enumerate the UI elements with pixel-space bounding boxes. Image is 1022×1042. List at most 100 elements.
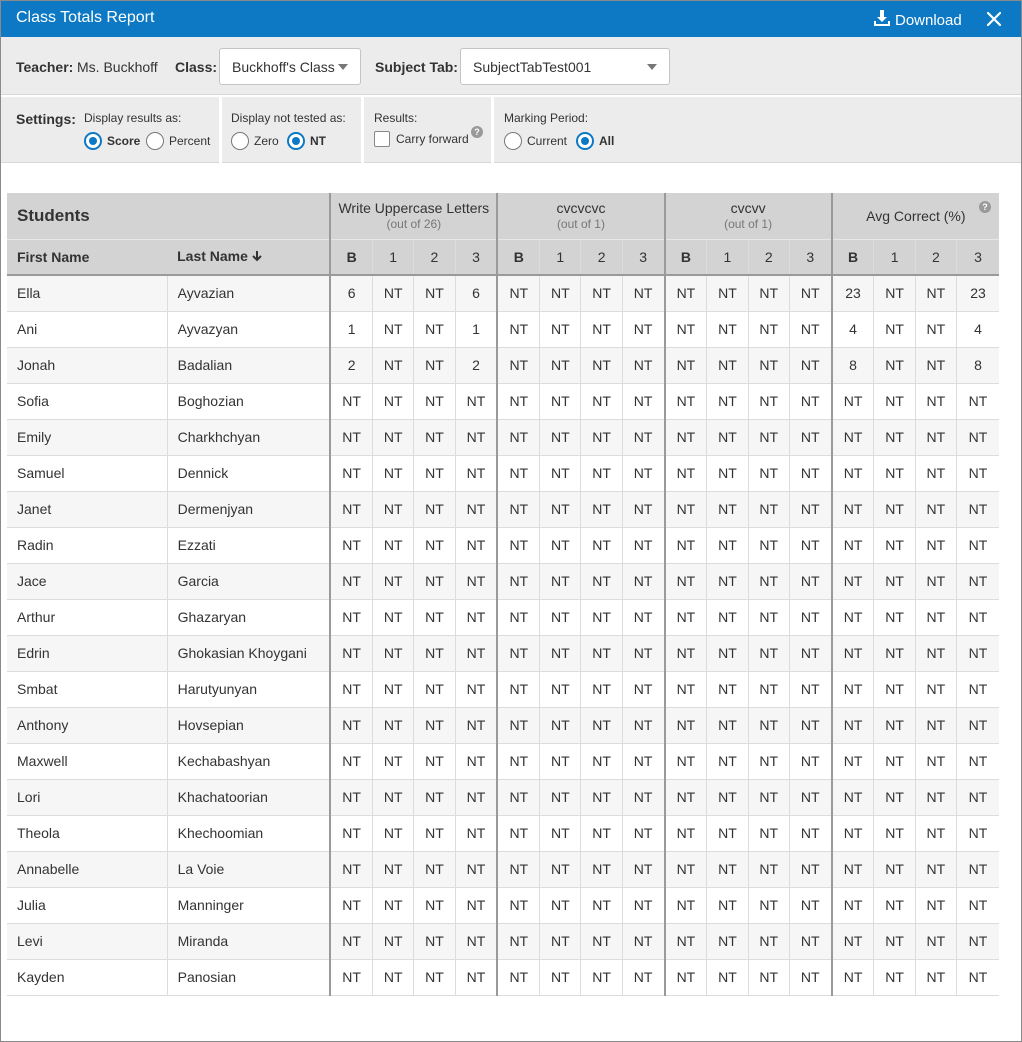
score-cell: NT bbox=[747, 347, 790, 384]
help-icon[interactable]: ? bbox=[471, 126, 483, 138]
score-cell: NT bbox=[621, 779, 665, 816]
score-cell: NT bbox=[539, 419, 581, 456]
score-cell: NT bbox=[788, 959, 832, 996]
score-cell: NT bbox=[621, 563, 665, 600]
score-cell: NT bbox=[329, 959, 373, 996]
last-name-cell: Khechoomian bbox=[166, 815, 331, 852]
score-cell: NT bbox=[706, 491, 749, 528]
radio-nt[interactable]: NT bbox=[287, 132, 326, 150]
results-label: Results: bbox=[374, 111, 418, 125]
group-header-cvcvcvc: cvcvcvc (out of 1) bbox=[496, 193, 665, 239]
score-cell: NT bbox=[539, 599, 581, 636]
score-cell: NT bbox=[830, 923, 874, 960]
period-header-b: B bbox=[496, 238, 540, 276]
score-cell: NT bbox=[747, 563, 790, 600]
score-cell: NT bbox=[788, 527, 832, 564]
period-header-2: 2 bbox=[413, 238, 456, 276]
period-header-2: 2 bbox=[914, 238, 957, 276]
score-cell: NT bbox=[372, 275, 414, 312]
score-cell: NT bbox=[621, 887, 665, 924]
score-cell: NT bbox=[413, 851, 456, 888]
radio-all[interactable]: All bbox=[576, 132, 614, 150]
score-cell: NT bbox=[663, 527, 707, 564]
radio-percent[interactable]: Percent bbox=[146, 132, 210, 150]
score-cell: NT bbox=[329, 851, 373, 888]
radio-current[interactable]: Current bbox=[504, 132, 567, 150]
checkbox-box bbox=[374, 131, 390, 147]
score-cell: NT bbox=[788, 779, 832, 816]
score-cell: NT bbox=[747, 887, 790, 924]
score-cell: NT bbox=[454, 923, 498, 960]
radio-circle bbox=[504, 132, 522, 150]
table-row: Julia Manninger NT NT NT NT NT NT NT NT NT NT NT NT NT… bbox=[7, 887, 999, 924]
score-cell: NT bbox=[956, 743, 999, 780]
score-cell: NT bbox=[329, 491, 373, 528]
score-cell: NT bbox=[706, 347, 749, 384]
first-name-cell: Ella bbox=[7, 275, 168, 312]
divider bbox=[361, 97, 364, 163]
carry-forward-checkbox[interactable]: Carry forward bbox=[374, 131, 469, 147]
score-cell: NT bbox=[788, 491, 832, 528]
group-subtitle: (out of 1) bbox=[556, 217, 605, 232]
table-row: Samuel Dennick NT NT NT NT NT NT NT NT NT NT NT NT NT N… bbox=[7, 455, 999, 492]
score-cell: NT bbox=[706, 743, 749, 780]
score-cell: NT bbox=[956, 635, 999, 672]
score-cell: NT bbox=[830, 959, 874, 996]
last-name-cell: La Voie bbox=[166, 851, 331, 888]
score-cell: NT bbox=[914, 383, 957, 420]
radio-all-label: All bbox=[599, 134, 615, 148]
close-icon[interactable] bbox=[985, 10, 1003, 28]
last-name-header[interactable]: Last Name bbox=[167, 238, 331, 276]
score-cell: NT bbox=[788, 563, 832, 600]
score-cell: NT bbox=[454, 563, 498, 600]
last-name-cell: Panosian bbox=[166, 959, 331, 996]
last-name-cell: Ghokasian Khoygani bbox=[166, 635, 331, 672]
class-totals-table-container[interactable]: Students Write Uppercase Letters (out of… bbox=[7, 193, 999, 1007]
score-cell: NT bbox=[539, 311, 581, 348]
score-cell: NT bbox=[747, 527, 790, 564]
last-name-cell: Kechabashyan bbox=[166, 743, 331, 780]
score-cell: NT bbox=[706, 599, 749, 636]
period-header-b: B bbox=[830, 238, 874, 276]
table-row: Ella Ayvazian 6 NT NT 6 NT NT NT NT NT NT NT NT 23 NT NT… bbox=[7, 275, 999, 312]
radio-score[interactable]: Score bbox=[84, 132, 140, 150]
group-title: cvcvcvc bbox=[556, 200, 606, 217]
score-cell: NT bbox=[413, 563, 456, 600]
download-button[interactable]: Download bbox=[873, 9, 962, 31]
class-select[interactable]: Buckhoff's Class bbox=[219, 48, 361, 85]
score-cell: NT bbox=[413, 527, 456, 564]
score-cell: NT bbox=[788, 635, 832, 672]
score-cell: NT bbox=[621, 455, 665, 492]
score-cell: NT bbox=[329, 527, 373, 564]
score-cell: NT bbox=[914, 779, 957, 816]
score-cell: NT bbox=[329, 671, 373, 708]
radio-circle bbox=[287, 132, 305, 150]
first-name-cell: Janet bbox=[7, 491, 168, 528]
score-cell: NT bbox=[914, 455, 957, 492]
score-cell: NT bbox=[873, 491, 916, 528]
score-cell: NT bbox=[788, 923, 832, 960]
score-cell: NT bbox=[580, 635, 623, 672]
score-cell: NT bbox=[663, 707, 707, 744]
last-name-header-label: Last Name bbox=[177, 248, 248, 265]
score-cell: NT bbox=[873, 887, 916, 924]
score-cell: NT bbox=[454, 455, 498, 492]
score-cell: NT bbox=[621, 383, 665, 420]
subject-tab-select[interactable]: SubjectTabTest001 bbox=[460, 48, 670, 85]
score-cell: NT bbox=[747, 383, 790, 420]
first-name-header[interactable]: First Name bbox=[7, 238, 168, 276]
score-cell: NT bbox=[706, 671, 749, 708]
radio-zero[interactable]: Zero bbox=[231, 132, 279, 150]
help-icon[interactable]: ? bbox=[979, 201, 991, 213]
score-cell: NT bbox=[956, 815, 999, 852]
score-cell: NT bbox=[580, 887, 623, 924]
score-cell: NT bbox=[329, 383, 373, 420]
table-row: Emily Charkhchyan NT NT NT NT NT NT NT NT NT NT NT NT… bbox=[7, 419, 999, 456]
score-cell: NT bbox=[413, 959, 456, 996]
score-cell: NT bbox=[663, 347, 707, 384]
score-cell: NT bbox=[706, 779, 749, 816]
last-name-cell: Manninger bbox=[166, 887, 331, 924]
last-name-cell: Boghozian bbox=[166, 383, 331, 420]
score-cell: NT bbox=[830, 707, 874, 744]
score-cell: NT bbox=[539, 527, 581, 564]
